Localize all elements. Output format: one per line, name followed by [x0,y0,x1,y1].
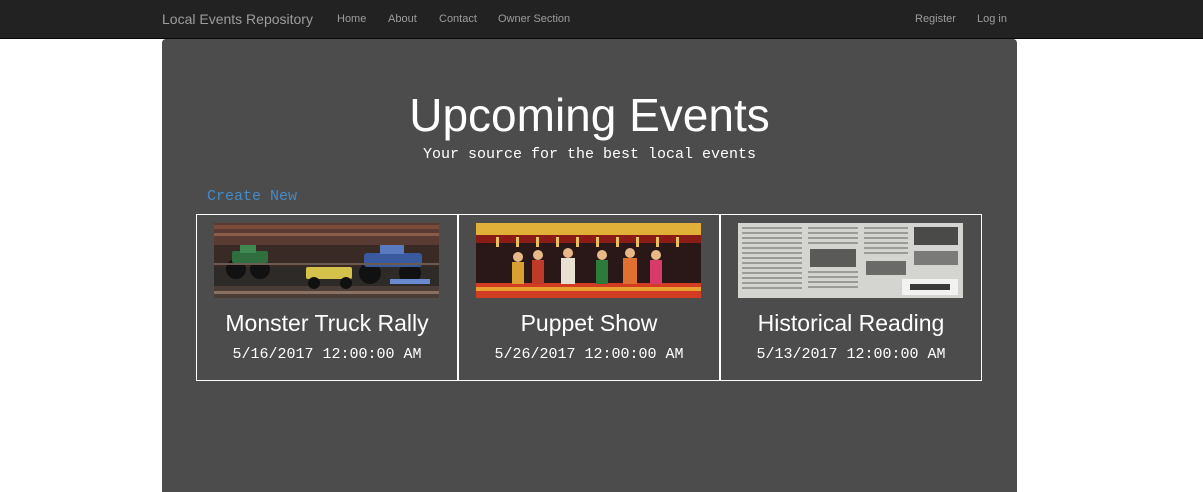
event-date: 5/13/2017 12:00:00 AM [756,346,946,363]
page-subtitle: Your source for the best local events [422,146,757,163]
page-title: Upcoming Events [409,89,770,141]
event-title[interactable]: Historical Reading [721,310,981,337]
event-title[interactable]: Puppet Show [459,310,719,337]
puppet-show-image[interactable] [476,223,701,298]
nav-link-owner-section[interactable]: Owner Section [498,13,570,25]
brand-link[interactable]: Local Events Repository [162,11,313,27]
nav-link-register[interactable]: Register [915,13,956,25]
newspaper-image[interactable] [738,223,963,298]
nav-link-about[interactable]: About [388,13,417,25]
nav-link-login[interactable]: Log in [977,13,1007,25]
newspaper-photo [738,223,963,298]
event-card[interactable]: Puppet Show 5/26/2017 12:00:00 AM [458,214,720,381]
monster-truck-image[interactable] [214,223,439,298]
create-new-link[interactable]: Create New [207,188,297,205]
nav-link-home[interactable]: Home [337,13,366,25]
event-date: 5/16/2017 12:00:00 AM [232,346,422,363]
event-title[interactable]: Monster Truck Rally [197,310,457,337]
top-navbar: Local Events Repository Home About Conta… [0,0,1203,39]
monster-truck-photo [214,223,439,298]
puppet-show-photo [476,223,701,298]
main-panel: Upcoming Events Your source for the best… [162,39,1017,492]
event-date: 5/26/2017 12:00:00 AM [494,346,684,363]
event-card[interactable]: Monster Truck Rally 5/16/2017 12:00:00 A… [196,214,458,381]
event-card[interactable]: Historical Reading 5/13/2017 12:00:00 AM [720,214,982,381]
nav-link-contact[interactable]: Contact [439,13,477,25]
